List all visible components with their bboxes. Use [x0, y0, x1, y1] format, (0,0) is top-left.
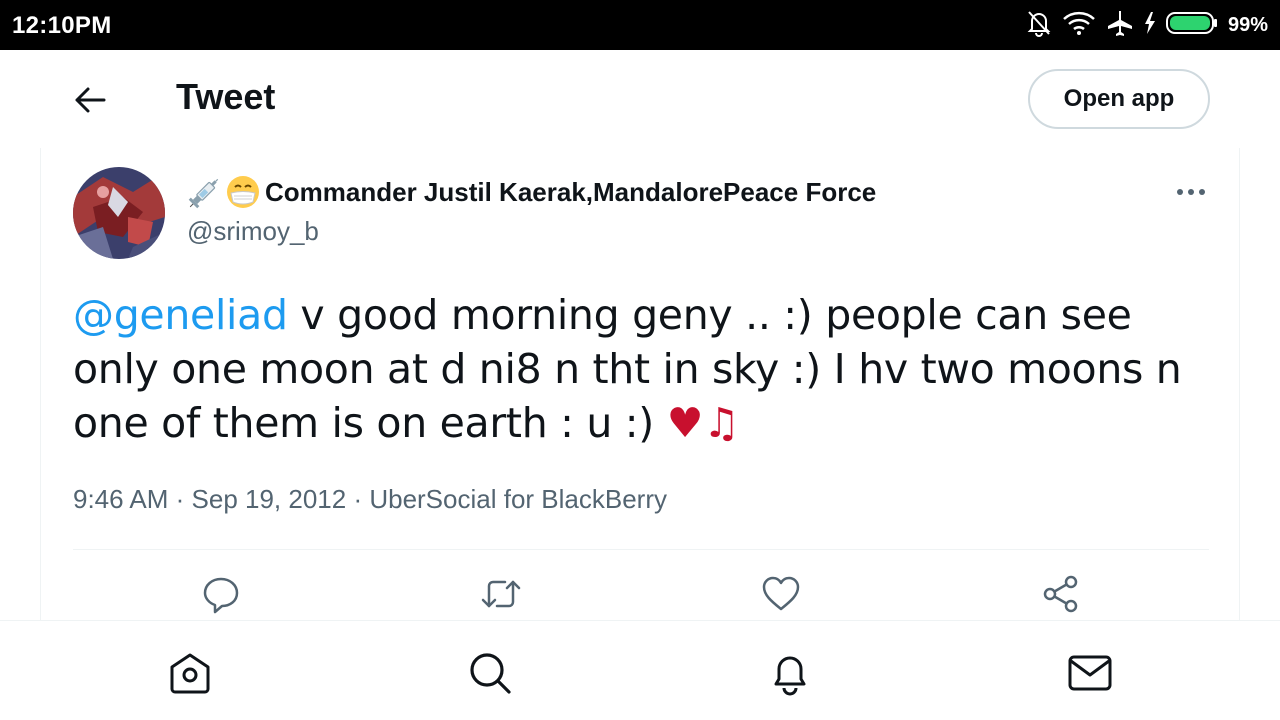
- reply-icon: [203, 577, 239, 614]
- syringe-emoji-icon: [187, 174, 223, 210]
- tweet-date[interactable]: Sep 19, 2012: [192, 484, 347, 514]
- battery-percent: 99%: [1227, 13, 1268, 36]
- status-icons: 99%: [1026, 10, 1268, 40]
- open-app-button[interactable]: Open app: [1028, 69, 1210, 129]
- like-button[interactable]: [759, 572, 803, 616]
- search-icon: [470, 653, 511, 694]
- tweet-time[interactable]: 9:46 AM: [73, 484, 168, 514]
- nav-search[interactable]: [466, 649, 514, 697]
- back-button[interactable]: [70, 80, 110, 120]
- nav-notifications[interactable]: [766, 649, 814, 697]
- avatar[interactable]: [73, 167, 165, 259]
- airplane-mode-icon: [1106, 9, 1134, 42]
- bottom-navigation: [0, 620, 1280, 720]
- back-arrow-icon: [75, 87, 106, 113]
- share-icon: [1043, 575, 1078, 613]
- home-icon: [170, 653, 210, 694]
- share-button[interactable]: [1039, 572, 1083, 616]
- charging-icon: [1144, 11, 1156, 40]
- tweet-actions: [41, 572, 1241, 620]
- like-icon: [762, 576, 800, 611]
- meta-separator: ·: [168, 484, 192, 514]
- author-handle[interactable]: @srimoy_b: [187, 216, 319, 247]
- page-title: Tweet: [176, 76, 276, 117]
- meta-separator: ·: [346, 484, 370, 514]
- divider: [73, 549, 1209, 550]
- status-bar: 12:10PM 99%: [0, 0, 1280, 50]
- more-icon: [1177, 189, 1205, 195]
- top-app-bar: Tweet Open app: [0, 50, 1280, 148]
- tweet-meta: 9:46 AM · Sep 19, 2012 · UberSocial for …: [73, 484, 667, 515]
- wifi-icon: [1062, 10, 1096, 41]
- author-name-row[interactable]: Commander Justil Kaerak,MandalorePeace F…: [187, 174, 876, 210]
- messages-icon: [1068, 655, 1112, 691]
- battery-icon: [1165, 11, 1218, 40]
- more-options-button[interactable]: [1171, 178, 1211, 206]
- mention-link[interactable]: @geneliad: [73, 291, 288, 339]
- nav-home[interactable]: [166, 649, 214, 697]
- author-display-name: Commander Justil Kaerak,MandalorePeace F…: [265, 176, 877, 207]
- tweet-source[interactable]: UberSocial for BlackBerry: [369, 484, 667, 514]
- retweet-button[interactable]: [479, 572, 523, 616]
- notifications-icon: [774, 656, 806, 696]
- nav-messages[interactable]: [1066, 649, 1114, 697]
- notifications-off-icon: [1026, 9, 1052, 42]
- reply-button[interactable]: [199, 572, 243, 616]
- tweet-text: @geneliad v good morning geny .. :) peop…: [73, 288, 1213, 450]
- face-with-mask-emoji-icon: [225, 174, 261, 210]
- retweet-icon: [481, 580, 521, 608]
- heart-note-emojis: ♥♫: [666, 399, 740, 447]
- status-time: 12:10PM: [12, 12, 112, 39]
- tweet-card: Commander Justil Kaerak,MandalorePeace F…: [40, 148, 1240, 628]
